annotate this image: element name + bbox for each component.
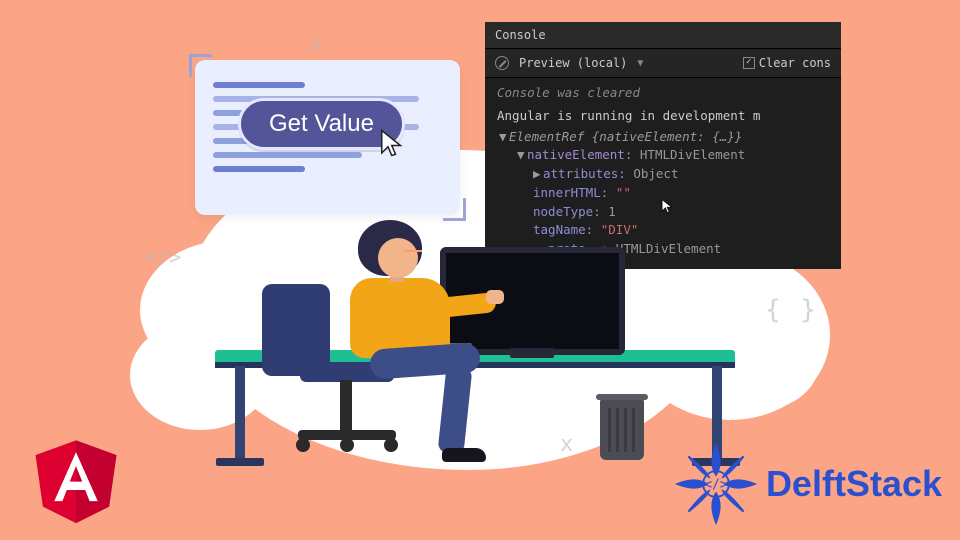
devtools-console: Console Preview (local) ▼ ✓ Clear cons C…: [485, 22, 841, 269]
console-cleared: Console was cleared: [493, 82, 833, 105]
cloud-shape: [130, 320, 270, 430]
clear-console-checkbox[interactable]: ✓ Clear cons: [743, 54, 831, 72]
deco-tag: </>: [145, 245, 181, 269]
console-filter[interactable]: Preview (local): [519, 54, 627, 72]
get-value-button[interactable]: Get Value: [238, 98, 405, 150]
mandala-icon: </>: [670, 438, 762, 530]
console-message: Angular is running in development m: [493, 105, 833, 128]
deco-x: x: [560, 432, 573, 457]
angular-logo-icon: [30, 430, 122, 528]
developer-illustration: [292, 220, 502, 460]
desk-leg: [235, 366, 245, 461]
deco-braces: { }: [765, 295, 818, 325]
delftstack-text: DelftStack: [766, 463, 942, 505]
deco-x: x: [310, 32, 323, 57]
console-tab[interactable]: Console: [485, 22, 841, 49]
clear-console-label: Clear cons: [759, 54, 831, 72]
svg-text:</>: </>: [704, 478, 728, 493]
delftstack-logo: </> DelftStack: [670, 438, 942, 530]
waste-bin: [600, 398, 644, 460]
console-object[interactable]: ElementRef {nativeElement: {…}}: [509, 129, 742, 144]
clear-icon[interactable]: [495, 56, 509, 70]
monitor-stand: [510, 348, 554, 358]
chevron-down-icon[interactable]: ▼: [637, 56, 643, 71]
desk-foot: [216, 458, 264, 466]
